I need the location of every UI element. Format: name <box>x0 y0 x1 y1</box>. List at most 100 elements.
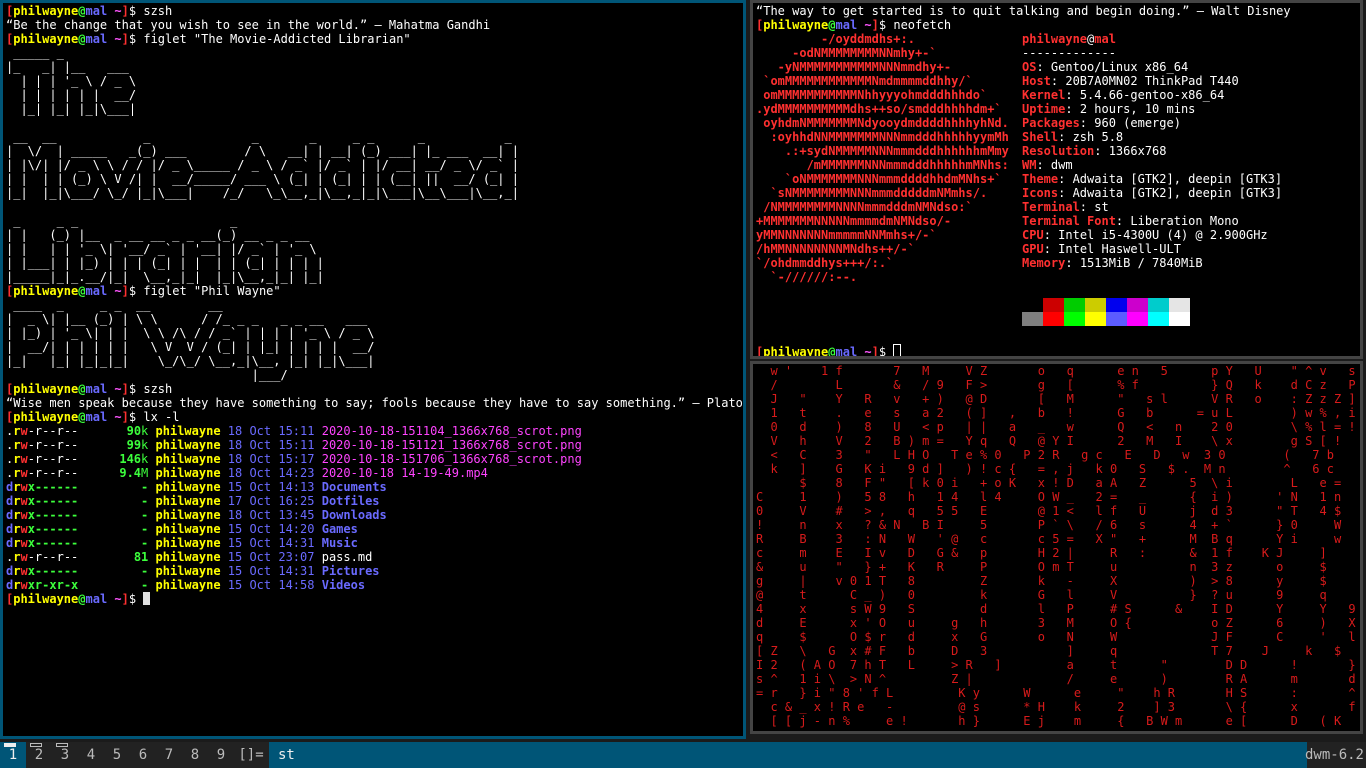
terminal-neofetch[interactable]: “The way to get started is to quit talki… <box>750 0 1363 359</box>
color-swatch <box>1106 298 1127 312</box>
file-row[interactable]: drwx------ - philwayne 17 Oct 16:25 Dotfi… <box>6 494 743 508</box>
file-row[interactable]: .rw-r--r-- 81 philwayne 15 Oct 23:07 pass… <box>6 550 743 564</box>
file-name: Music <box>321 536 358 550</box>
file-row[interactable]: .rw-r--r-- 9.4M philwayne 18 Oct 14:23 20… <box>6 466 743 480</box>
text-cursor <box>893 344 902 356</box>
info-key: Memory <box>1022 256 1066 270</box>
file-owner: philwayne <box>155 536 221 550</box>
tag-4[interactable]: 4 <box>78 742 104 768</box>
file-size: - <box>78 522 148 536</box>
size-value: - <box>141 578 149 592</box>
file-owner: philwayne <box>155 578 221 592</box>
file-row[interactable]: drwx------ - philwayne 15 Oct 14:31 Music <box>6 536 743 550</box>
info-value: 20B7A0MN02 ThinkPad T440 <box>1065 74 1239 88</box>
file-name: Games <box>321 522 358 536</box>
tag-1[interactable]: 1 <box>0 742 26 768</box>
color-swatch <box>1169 312 1190 326</box>
file-name: 2020-10-18-151104_1366x768_scrot.png <box>321 424 582 438</box>
file-owner: philwayne <box>155 480 221 494</box>
info-row: Uptime: 2 hours, 10 mins <box>1022 102 1196 116</box>
file-name: 2020-10-18 14-19-49.mp4 <box>321 466 488 480</box>
tag-label: 8 <box>190 747 200 763</box>
size-value: - <box>141 480 149 494</box>
tag-7[interactable]: 7 <box>156 742 182 768</box>
prompt-dir: ~ <box>114 4 122 18</box>
layout-indicator[interactable]: []= <box>234 742 268 768</box>
prompt-line: [philwayne@mal ~]$ figlet "The Movie-Add… <box>6 32 411 46</box>
file-size: - <box>78 480 148 494</box>
size-value: 90 <box>126 424 142 438</box>
info-key: OS <box>1022 60 1037 74</box>
file-date: 15 Oct 14:58 <box>227 578 315 592</box>
file-date: 18 Oct 13:45 <box>227 508 315 522</box>
prompt-line: [philwayne@mal ~]$ lx -l <box>6 410 180 424</box>
file-date: 15 Oct 14:31 <box>227 564 315 578</box>
color-swatch <box>1064 312 1085 326</box>
prompt-bracket: ] <box>121 382 129 396</box>
terminal-main[interactable]: [philwayne@mal ~]$ szsh “Be the change th… <box>0 0 746 739</box>
file-row[interactable]: .rw-r--r-- 146k philwayne 18 Oct 15:17 20… <box>6 452 743 466</box>
tag-label: 5 <box>112 747 122 763</box>
quote-line: “Wise men speak because they have someth… <box>6 396 743 410</box>
prompt-dir: ~ <box>114 592 122 606</box>
tag-9[interactable]: 9 <box>208 742 234 768</box>
tag-8[interactable]: 8 <box>182 742 208 768</box>
info-key: Host <box>1022 74 1051 88</box>
info-key: Packages <box>1022 116 1080 130</box>
tag-6[interactable]: 6 <box>130 742 156 768</box>
file-date: 18 Oct 15:11 <box>227 438 315 452</box>
occupied-indicator <box>4 743 16 747</box>
color-swatch <box>1022 312 1043 326</box>
file-row[interactable]: drwx------ - philwayne 15 Oct 14:20 Games <box>6 522 743 536</box>
prompt-dir: ~ <box>114 410 122 424</box>
color-swatch <box>1127 312 1148 326</box>
tag-5[interactable]: 5 <box>104 742 130 768</box>
info-key: Terminal <box>1022 200 1080 214</box>
perm-write: w <box>20 438 28 452</box>
terminal-neofetch-prompt: [philwayne@mal ~]$ <box>756 344 1360 356</box>
command-text: lx -l <box>143 410 180 424</box>
file-name: Dotfiles <box>321 494 380 508</box>
info-row: CPU: Intel i5-4300U (4) @ 2.900GHz <box>1022 228 1268 242</box>
prompt-user: philwayne <box>13 382 79 396</box>
info-key: Kernel <box>1022 88 1066 102</box>
file-row[interactable]: .rw-r--r-- 90k philwayne 18 Oct 15:11 202… <box>6 424 743 438</box>
tag-label: 7 <box>164 747 174 763</box>
prompt-bracket: ] <box>121 4 129 18</box>
info-separator: ------------- <box>1022 46 1116 60</box>
file-row[interactable]: drwx------ - philwayne 15 Oct 14:13 Docum… <box>6 480 743 494</box>
file-row[interactable]: drwx------ - philwayne 15 Oct 14:31 Pictu… <box>6 564 743 578</box>
size-value: - <box>141 508 149 522</box>
window-title: st <box>269 742 1307 768</box>
status-text: dwm-6.2 <box>1304 747 1364 763</box>
command-text: figlet "Phil Wayne" <box>143 284 281 298</box>
info-row: Icons: Adwaita [GTK2], deepin [GTK3] <box>1022 186 1283 200</box>
color-palette-row <box>1022 298 1282 312</box>
perm-write: w <box>20 466 28 480</box>
file-row[interactable]: drwxr-xr-x - philwayne 15 Oct 14:58 Video… <box>6 578 743 592</box>
file-owner: philwayne <box>155 522 221 536</box>
file-date: 18 Oct 15:11 <box>227 424 315 438</box>
size-unit: k <box>141 452 149 466</box>
prompt-user: philwayne <box>13 410 79 424</box>
info-value: Liberation Mono <box>1130 214 1239 228</box>
tag-label: 4 <box>86 747 96 763</box>
tag-label: 3 <box>60 747 70 763</box>
prompt-bracket: ] <box>121 410 129 424</box>
command-text: neofetch <box>893 18 952 32</box>
terminal-matrix[interactable]: w ' 1 f 7 M V Z o q e n 5 p Y U " ^ v s … <box>750 361 1363 734</box>
info-row: Terminal: st <box>1022 200 1109 214</box>
info-value: st <box>1094 200 1109 214</box>
info-row: GPU: Intel Haswell-ULT <box>1022 242 1181 256</box>
prompt-at: @ <box>78 592 86 606</box>
perm-write: w <box>20 494 28 508</box>
prompt-host: mal <box>85 382 108 396</box>
file-row[interactable]: drwx------ - philwayne 18 Oct 13:45 Downl… <box>6 508 743 522</box>
tag-2[interactable]: 2 <box>26 742 52 768</box>
prompt-host: mal <box>85 410 108 424</box>
info-value: zsh 5.8 <box>1072 130 1124 144</box>
tag-3[interactable]: 3 <box>52 742 78 768</box>
color-swatch <box>1148 312 1169 326</box>
info-row: Theme: Adwaita [GTK2], deepin [GTK3] <box>1022 172 1283 186</box>
file-row[interactable]: .rw-r--r-- 99k philwayne 18 Oct 15:11 202… <box>6 438 743 452</box>
